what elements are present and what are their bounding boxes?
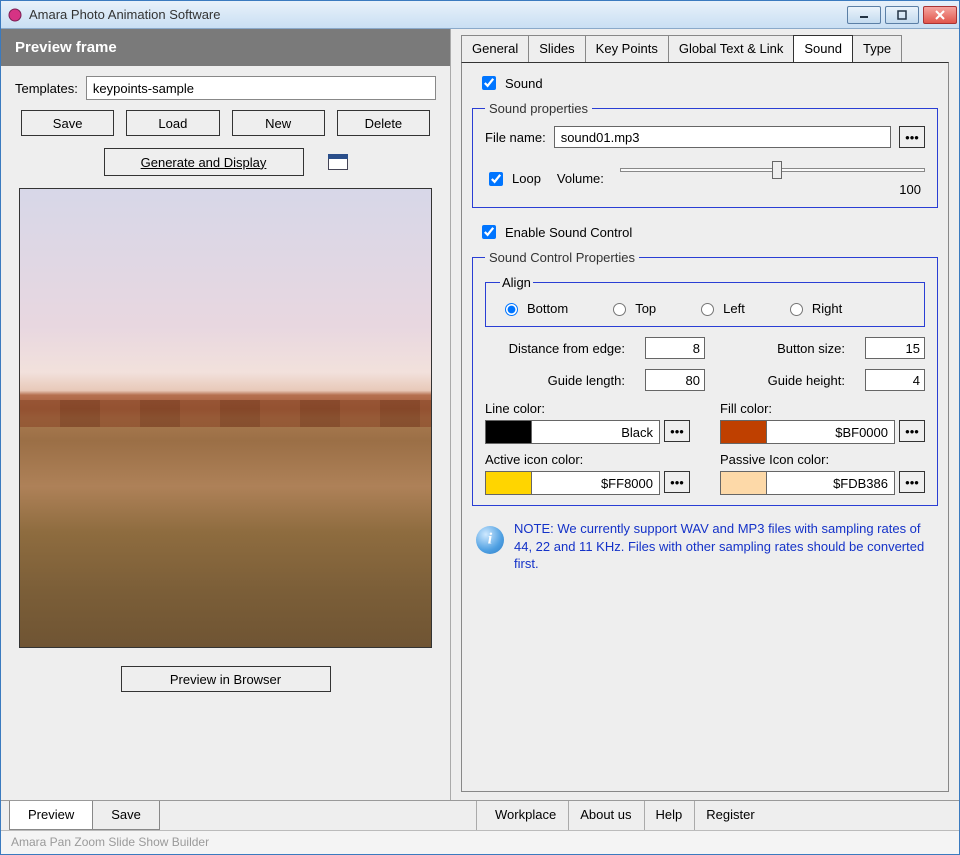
filename-browse-button[interactable]: ••• xyxy=(899,126,925,148)
new-button[interactable]: New xyxy=(232,110,325,136)
align-right[interactable]: Right xyxy=(785,300,842,316)
sound-control-properties-legend: Sound Control Properties xyxy=(485,250,639,265)
linecolor-label: Line color: xyxy=(485,401,690,416)
fillcolor-value: $BF0000 xyxy=(767,425,894,440)
bottom-bar: Preview Save Workplace About us Help Reg… xyxy=(1,800,959,830)
activeicon-label: Active icon color: xyxy=(485,452,690,467)
bottom-tab-preview[interactable]: Preview xyxy=(9,801,93,830)
tab-global-text-link[interactable]: Global Text & Link xyxy=(668,35,795,62)
sound-checkbox[interactable] xyxy=(482,76,496,90)
enable-sound-control-label: Enable Sound Control xyxy=(505,225,632,240)
preview-frame-header: Preview frame xyxy=(1,29,450,66)
bottom-tab-register[interactable]: Register xyxy=(694,801,766,830)
align-left[interactable]: Left xyxy=(696,300,745,316)
templates-input[interactable] xyxy=(86,76,436,100)
settings-tabs: General Slides Key Points Global Text & … xyxy=(451,29,959,62)
app-icon xyxy=(7,7,23,23)
fillcolor-label: Fill color: xyxy=(720,401,925,416)
generate-display-button[interactable]: Generate and Display xyxy=(104,148,304,176)
titlebar: Amara Photo Animation Software xyxy=(1,1,959,29)
loop-row[interactable]: Loop xyxy=(485,169,541,189)
align-top[interactable]: Top xyxy=(608,300,656,316)
bottom-tab-help[interactable]: Help xyxy=(644,801,696,830)
load-button[interactable]: Load xyxy=(126,110,219,136)
sound-properties-group: Sound properties File name: ••• Loop Vol… xyxy=(472,101,938,208)
filename-label: File name: xyxy=(485,130,546,145)
window-title: Amara Photo Animation Software xyxy=(29,7,847,22)
delete-button[interactable]: Delete xyxy=(337,110,430,136)
activeicon-swatch xyxy=(486,472,532,494)
activeicon-value: $FF8000 xyxy=(532,476,659,491)
info-icon xyxy=(476,526,504,554)
preview-image xyxy=(20,189,431,647)
sound-tab-body: Sound Sound properties File name: ••• Lo… xyxy=(461,62,949,792)
bottom-tab-workplace[interactable]: Workplace xyxy=(483,801,569,830)
close-button[interactable] xyxy=(923,6,957,24)
sound-properties-legend: Sound properties xyxy=(485,101,592,116)
guideheight-input[interactable] xyxy=(865,369,925,391)
activeicon-more-button[interactable]: ••• xyxy=(664,471,690,493)
volume-slider[interactable] xyxy=(620,160,925,180)
sound-checkbox-label: Sound xyxy=(505,76,543,91)
distance-input[interactable] xyxy=(645,337,705,359)
linecolor-value: Black xyxy=(532,425,659,440)
tab-slides[interactable]: Slides xyxy=(528,35,585,62)
fillcolor-picker[interactable]: $BF0000 xyxy=(720,420,895,444)
activeicon-picker[interactable]: $FF8000 xyxy=(485,471,660,495)
tab-keypoints[interactable]: Key Points xyxy=(585,35,669,62)
filename-input[interactable] xyxy=(554,126,891,148)
passiveicon-swatch xyxy=(721,472,767,494)
tab-type[interactable]: Type xyxy=(852,35,902,62)
passiveicon-picker[interactable]: $FDB386 xyxy=(720,471,895,495)
linecolor-swatch xyxy=(486,421,532,443)
align-bottom[interactable]: Bottom xyxy=(500,300,568,316)
linecolor-more-button[interactable]: ••• xyxy=(664,420,690,442)
right-panel: General Slides Key Points Global Text & … xyxy=(451,29,959,800)
buttonsize-input[interactable] xyxy=(865,337,925,359)
bottom-tab-about[interactable]: About us xyxy=(568,801,644,830)
guidelength-input[interactable] xyxy=(645,369,705,391)
align-group: Align Bottom Top Left Right xyxy=(485,275,925,327)
enable-sound-control-checkbox[interactable] xyxy=(482,225,496,239)
tab-sound[interactable]: Sound xyxy=(793,35,853,62)
save-button[interactable]: Save xyxy=(21,110,114,136)
left-panel: Preview frame Templates: Save Load New D… xyxy=(1,29,451,800)
volume-value: 100 xyxy=(620,182,925,197)
volume-label: Volume: xyxy=(557,171,604,186)
fillcolor-more-button[interactable]: ••• xyxy=(899,420,925,442)
loop-checkbox[interactable] xyxy=(489,172,503,186)
tab-general[interactable]: General xyxy=(461,35,529,62)
passiveicon-value: $FDB386 xyxy=(767,476,894,491)
note-row: NOTE: We currently support WAV and MP3 f… xyxy=(472,514,938,579)
guideheight-label: Guide height: xyxy=(725,373,845,388)
distance-label: Distance from edge: xyxy=(485,341,625,356)
preview-in-browser-button[interactable]: Preview in Browser xyxy=(121,666,331,692)
fillcolor-swatch xyxy=(721,421,767,443)
passiveicon-label: Passive Icon color: xyxy=(720,452,925,467)
note-text: NOTE: We currently support WAV and MP3 f… xyxy=(514,520,934,573)
bottom-tab-save[interactable]: Save xyxy=(92,801,160,830)
guidelength-label: Guide length: xyxy=(485,373,625,388)
templates-label: Templates: xyxy=(15,81,78,96)
buttonsize-label: Button size: xyxy=(725,341,845,356)
minimize-button[interactable] xyxy=(847,6,881,24)
sound-enable-row[interactable]: Sound xyxy=(472,73,938,93)
status-bar: Amara Pan Zoom Slide Show Builder xyxy=(1,830,959,854)
enable-sound-control-row[interactable]: Enable Sound Control xyxy=(472,222,938,242)
sound-control-properties-group: Sound Control Properties Align Bottom To… xyxy=(472,250,938,506)
linecolor-picker[interactable]: Black xyxy=(485,420,660,444)
maximize-button[interactable] xyxy=(885,6,919,24)
align-legend: Align xyxy=(500,275,533,290)
passiveicon-more-button[interactable]: ••• xyxy=(899,471,925,493)
app-window: Amara Photo Animation Software Preview f… xyxy=(0,0,960,855)
preview-area xyxy=(19,188,432,648)
loop-label: Loop xyxy=(512,171,541,186)
window-icon[interactable] xyxy=(328,154,348,170)
